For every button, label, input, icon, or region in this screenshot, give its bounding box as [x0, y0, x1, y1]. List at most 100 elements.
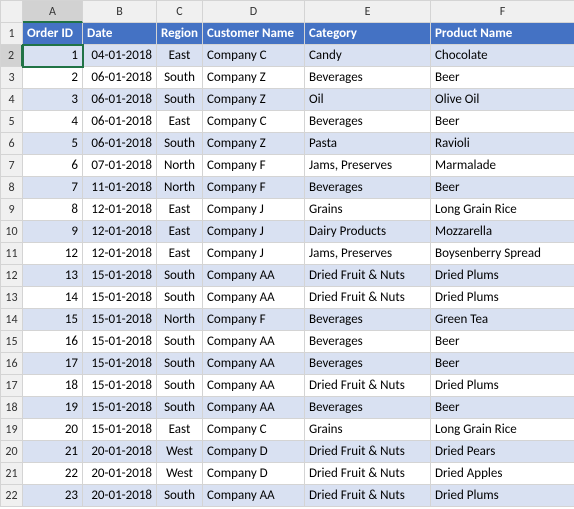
cell-category[interactable]: Beverages: [305, 331, 431, 353]
cell-region[interactable]: South: [157, 397, 203, 419]
cell-region[interactable]: South: [157, 89, 203, 111]
cell-date[interactable]: 15-01-2018: [83, 375, 157, 397]
cell-product[interactable]: Marmalade: [431, 155, 574, 177]
cell-customer[interactable]: Company C: [203, 111, 305, 133]
cell-orderid[interactable]: 14: [23, 287, 83, 309]
cell-date[interactable]: 12-01-2018: [83, 243, 157, 265]
cell-region[interactable]: South: [157, 375, 203, 397]
cell-date[interactable]: 04-01-2018: [83, 45, 157, 67]
cell-orderid[interactable]: 5: [23, 133, 83, 155]
cell-product[interactable]: Dried Pears: [431, 441, 574, 463]
row-header-2[interactable]: 2: [1, 45, 23, 67]
row-header-19[interactable]: 19: [1, 419, 23, 441]
cell-category[interactable]: Dairy Products: [305, 221, 431, 243]
cell-region[interactable]: East: [157, 243, 203, 265]
cell-category[interactable]: Dried Fruit & Nuts: [305, 287, 431, 309]
cell-customer[interactable]: Company AA: [203, 485, 305, 507]
cell-orderid[interactable]: 9: [23, 221, 83, 243]
cell-orderid[interactable]: 19: [23, 397, 83, 419]
row-header-14[interactable]: 14: [1, 309, 23, 331]
cell-date[interactable]: 11-01-2018: [83, 177, 157, 199]
cell-orderid[interactable]: 6: [23, 155, 83, 177]
cell-product[interactable]: Mozzarella: [431, 221, 574, 243]
row-header-18[interactable]: 18: [1, 397, 23, 419]
column-header-d[interactable]: D: [203, 1, 305, 23]
cell-category[interactable]: Candy: [305, 45, 431, 67]
cell-product[interactable]: Beer: [431, 353, 574, 375]
cell-category[interactable]: Beverages: [305, 397, 431, 419]
cell-product[interactable]: Ravioli: [431, 133, 574, 155]
cell-customer[interactable]: Company F: [203, 309, 305, 331]
cell-customer[interactable]: Company Z: [203, 89, 305, 111]
cell-product[interactable]: Dried Apples: [431, 463, 574, 485]
column-header-e[interactable]: E: [305, 1, 431, 23]
cell-region[interactable]: East: [157, 419, 203, 441]
cell-customer[interactable]: Company AA: [203, 287, 305, 309]
cell-region[interactable]: East: [157, 221, 203, 243]
row-header-12[interactable]: 12: [1, 265, 23, 287]
cell-category[interactable]: Jams, Preserves: [305, 243, 431, 265]
cell-customer[interactable]: Company AA: [203, 375, 305, 397]
row-header-5[interactable]: 5: [1, 111, 23, 133]
cell-region[interactable]: South: [157, 331, 203, 353]
cell-product[interactable]: Beer: [431, 397, 574, 419]
column-header-f[interactable]: F: [431, 1, 574, 23]
cell-category[interactable]: Beverages: [305, 309, 431, 331]
cell-product[interactable]: Beer: [431, 331, 574, 353]
cell-product[interactable]: Dried Plums: [431, 485, 574, 507]
row-header-15[interactable]: 15: [1, 331, 23, 353]
cell-customer[interactable]: Company D: [203, 463, 305, 485]
row-header-17[interactable]: 17: [1, 375, 23, 397]
cell-region[interactable]: South: [157, 353, 203, 375]
cell-customer[interactable]: Company C: [203, 45, 305, 67]
row-header-21[interactable]: 21: [1, 463, 23, 485]
cell-product[interactable]: Long Grain Rice: [431, 199, 574, 221]
cell-orderid[interactable]: 13: [23, 265, 83, 287]
cell-product[interactable]: Beer: [431, 111, 574, 133]
cell-region[interactable]: South: [157, 133, 203, 155]
cell-orderid[interactable]: 22: [23, 463, 83, 485]
cell-date[interactable]: 15-01-2018: [83, 419, 157, 441]
cell-customer[interactable]: Company J: [203, 221, 305, 243]
cell-category[interactable]: Grains: [305, 419, 431, 441]
cell-date[interactable]: 15-01-2018: [83, 309, 157, 331]
cell-date[interactable]: 20-01-2018: [83, 463, 157, 485]
cell-date[interactable]: 06-01-2018: [83, 89, 157, 111]
cell-category[interactable]: Grains: [305, 199, 431, 221]
cell-customer[interactable]: Company AA: [203, 331, 305, 353]
cell-region[interactable]: South: [157, 287, 203, 309]
cell-category[interactable]: Dried Fruit & Nuts: [305, 463, 431, 485]
cell-product[interactable]: Chocolate: [431, 45, 574, 67]
cell-category[interactable]: Pasta: [305, 133, 431, 155]
cell-orderid[interactable]: 12: [23, 243, 83, 265]
cell-date[interactable]: 20-01-2018: [83, 441, 157, 463]
column-header-b[interactable]: B: [83, 1, 157, 23]
row-header-3[interactable]: 3: [1, 67, 23, 89]
cell-category[interactable]: Jams, Preserves: [305, 155, 431, 177]
row-header-16[interactable]: 16: [1, 353, 23, 375]
cell-category[interactable]: Oil: [305, 89, 431, 111]
cell-orderid[interactable]: 16: [23, 331, 83, 353]
cell-date[interactable]: 15-01-2018: [83, 331, 157, 353]
cell-region[interactable]: West: [157, 441, 203, 463]
cell-region[interactable]: South: [157, 485, 203, 507]
cell-category[interactable]: Beverages: [305, 353, 431, 375]
cell-orderid[interactable]: 8: [23, 199, 83, 221]
cell-product[interactable]: Dried Plums: [431, 265, 574, 287]
row-header-22[interactable]: 22: [1, 485, 23, 507]
cell-customer[interactable]: Company Z: [203, 67, 305, 89]
cell-date[interactable]: 12-01-2018: [83, 199, 157, 221]
cell-customer[interactable]: Company Z: [203, 133, 305, 155]
cell-date[interactable]: 12-01-2018: [83, 221, 157, 243]
select-all-corner[interactable]: [1, 1, 23, 23]
cell-category[interactable]: Dried Fruit & Nuts: [305, 485, 431, 507]
row-header-10[interactable]: 10: [1, 221, 23, 243]
row-header-4[interactable]: 4: [1, 89, 23, 111]
cell-product[interactable]: Olive Oil: [431, 89, 574, 111]
cell-category[interactable]: Dried Fruit & Nuts: [305, 375, 431, 397]
cell-region[interactable]: South: [157, 67, 203, 89]
cell-orderid[interactable]: 21: [23, 441, 83, 463]
row-header-9[interactable]: 9: [1, 199, 23, 221]
cell-category[interactable]: Beverages: [305, 177, 431, 199]
cell-region[interactable]: North: [157, 177, 203, 199]
